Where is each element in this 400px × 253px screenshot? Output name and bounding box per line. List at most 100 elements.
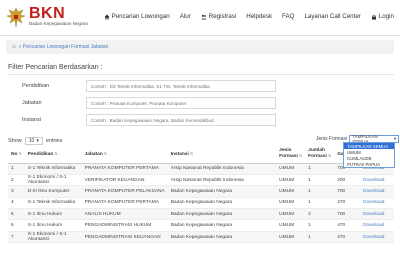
nav-faq[interactable]: FAQ [282, 13, 294, 20]
pendidikan-label: Pendidikan [22, 83, 50, 89]
cell-jabatan: PENGADMINISTRASI KEUANGAN [81, 231, 168, 244]
cell-no: 6 [8, 219, 25, 232]
cell-pendidikan: S-1 Ilmu Hukum [24, 208, 82, 221]
download-link[interactable]: Download [360, 197, 394, 210]
nav-label: Alur [179, 13, 191, 20]
filter-title: Filter Pencarian Berdasarkan : [8, 64, 103, 71]
nav-login[interactable]: Login [371, 13, 394, 20]
cell-jabatan: ANALIS HUKUM [81, 208, 168, 221]
cell-gaji: 470 [334, 219, 361, 232]
table-row: 1 S-1 Teknik Informatika PRANATA KOMPUTE… [8, 163, 394, 175]
dropdown-option[interactable]: TAMPILKAN SEMUA [344, 143, 394, 149]
nav-alur[interactable]: Alur [180, 13, 191, 20]
cell-pendidikan: S-1 Teknik Informatika [24, 163, 82, 175]
dropdown-option[interactable]: PUTRA/I PAPUA [344, 161, 394, 167]
cell-pendidikan: S-1 Ekonomi / S-1 Akuntansi [24, 174, 82, 187]
nav-pencarian-lowongan[interactable]: Pencarian Lowongan [104, 13, 170, 20]
jabatan-label: Jabatan [22, 100, 42, 106]
download-link[interactable]: Download [360, 174, 394, 187]
cell-jabatan: PRANATA KOMPUTER PERTAMA [81, 163, 168, 175]
cell-jabatan: PRANATA KOMPUTER PELAKSANA [81, 185, 168, 198]
brand-subtitle: Badan Kepegawaian Negara [29, 21, 88, 26]
cell-pendidikan: S-1 Ekonomi / S-1 Akuntansi [24, 231, 82, 244]
cell-instansi: Badan Kepegawaian Negara [167, 219, 277, 232]
home-icon [104, 14, 110, 19]
jabatan-input[interactable] [86, 97, 276, 109]
cell-jenis-formasi: UMUM [276, 197, 306, 210]
table-header-row: No⇅ Pendidikan⇅ Jabatan⇅ Instansi⇅ Jenis… [8, 145, 394, 164]
nav-label: Pencarian Lowongan [111, 13, 170, 20]
jenis-formasi-dropdown: TAMPILKAN SEMUA UMUM CUMLAUDE PUTRA/I PA… [343, 142, 395, 168]
nav-registrasi[interactable]: Registrasi [201, 13, 237, 20]
col-header-jumlah-formasi[interactable]: Jumlah Formasi⇅ [305, 145, 335, 164]
col-header-jenis-formasi[interactable]: Jenis Formasi⇅ [276, 145, 306, 164]
cell-jumlah-formasi: 1 [305, 231, 335, 244]
cell-gaji: 470 [334, 197, 361, 210]
filter-row-instansi: Instansi [8, 114, 394, 128]
cell-instansi: Arsip Nasional Republik Indonesia [167, 174, 277, 187]
table-row: 2 S-1 Ekonomi / S-1 Akuntansi VERIFIKATO… [8, 174, 394, 187]
table-row: 7 S-1 Ekonomi / S-1 Akuntansi PENGADMINI… [8, 231, 394, 244]
nav-label: FAQ [282, 13, 295, 20]
nav-helpdesk[interactable]: Helpdesk [246, 13, 272, 20]
nav-label: Registrasi [208, 13, 237, 20]
nav-label: Layanan Call Center [304, 13, 361, 20]
cell-jumlah-formasi: 2 [305, 208, 335, 221]
cell-instansi: Badan Kepegawaian Negara [167, 208, 277, 221]
instansi-input[interactable] [86, 114, 276, 126]
chevron-down-icon: ▾ [36, 138, 39, 144]
cell-no: 3 [8, 185, 25, 198]
cell-instansi: Badan Kepegawaian Negara [167, 231, 277, 244]
nav-label: Helpdesk [246, 13, 273, 20]
download-link[interactable]: Download [360, 185, 394, 198]
table-row: 4 S-1 Teknik Informatika PRANATA KOMPUTE… [8, 197, 394, 210]
col-header-pendidikan[interactable]: Pendidikan⇅ [24, 145, 82, 164]
pendidikan-input[interactable] [86, 80, 276, 92]
cell-instansi: Arsip Nasional Republik Indonesia [167, 163, 277, 175]
download-link[interactable]: Download [360, 208, 394, 221]
col-header-instansi[interactable]: Instansi⇅ [167, 145, 277, 164]
divider [8, 74, 394, 75]
entries-select[interactable]: 10 ▾ [24, 137, 43, 145]
breadcrumb: ⌂ » Pencarian Lowongan Formasi Jabatan [6, 40, 394, 54]
lock-icon [371, 14, 376, 20]
cell-pendidikan: S-1 Ilmu Hukum [24, 219, 82, 232]
cell-jabatan: PENGADMINISTRASI HUKUM [81, 219, 168, 232]
download-link[interactable]: Download [360, 219, 394, 232]
filter-row-jabatan: Jabatan [8, 97, 394, 111]
bkn-logo[interactable]: BKN Badan Kepegawaian Negara [6, 5, 88, 31]
main-nav: Pencarian Lowongan Alur Registrasi Helpd… [104, 13, 394, 20]
entries-label: entries [45, 138, 63, 144]
filter-row-pendidikan: Pendidikan [8, 80, 394, 94]
table-row: 3 D-III Ilmu Komputer PRANATA KOMPUTER P… [8, 185, 394, 198]
col-header-no[interactable]: No⇅ [8, 145, 25, 164]
cell-no: 5 [8, 208, 25, 221]
cell-jumlah-formasi: 1 [305, 219, 335, 232]
garuda-emblem-icon [6, 7, 26, 28]
cell-jumlah-formasi: 1 [305, 163, 335, 175]
table-row: 5 S-1 Ilmu Hukum ANALIS HUKUM Badan Kepe… [8, 208, 394, 221]
cell-jumlah-formasi: 1 [305, 185, 335, 198]
show-label: Show [8, 138, 22, 144]
cell-jenis-formasi: UMUM [276, 163, 306, 175]
cell-gaji: 200 [334, 174, 361, 187]
col-header-jabatan[interactable]: Jabatan⇅ [81, 145, 168, 164]
cell-no: 7 [8, 231, 25, 244]
cell-jumlah-formasi: 1 [305, 197, 335, 210]
nav-label: Login [378, 13, 394, 20]
lowongan-table: No⇅ Pendidikan⇅ Jabatan⇅ Instansi⇅ Jenis… [8, 145, 394, 244]
download-link[interactable]: Download [360, 231, 394, 244]
cell-jenis-formasi: UMUM [276, 174, 306, 187]
top-navbar: BKN Badan Kepegawaian Negara Pencarian L… [0, 0, 400, 36]
cell-jabatan: PRANATA KOMPUTER PERTAMA [81, 197, 168, 210]
cell-jenis-formasi: UMUM [276, 219, 306, 232]
cell-no: 2 [8, 174, 25, 187]
nav-layanan-call-center[interactable]: Layanan Call Center [304, 13, 360, 20]
cell-no: 1 [8, 163, 25, 175]
breadcrumb-link[interactable]: » Pencarian Lowongan Formasi Jabatan [19, 44, 109, 50]
users-icon [201, 14, 207, 19]
cell-gaji: 700 [334, 185, 361, 198]
cell-jenis-formasi: UMUM [276, 231, 306, 244]
home-icon[interactable]: ⌂ [12, 44, 16, 50]
table-row: 6 S-1 Ilmu Hukum PENGADMINISTRASI HUKUM … [8, 219, 394, 232]
